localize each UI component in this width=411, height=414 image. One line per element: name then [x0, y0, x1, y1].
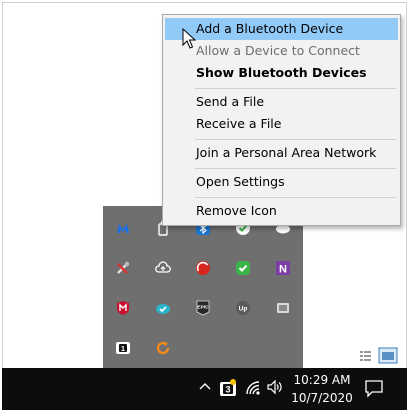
check-icon[interactable] [235, 260, 251, 276]
hidden-icons-flyout: N EPIC Up 1 [103, 206, 303, 368]
thumbnail-view-icon[interactable] [378, 347, 398, 364]
menu-item-show-bluetooth-devices[interactable]: Show Bluetooth Devices [165, 62, 398, 84]
tools-icon[interactable] [115, 260, 131, 276]
svg-text:EPIC: EPIC [197, 305, 209, 311]
list-view-icon[interactable] [360, 351, 371, 361]
antivirus-icon[interactable] [195, 260, 211, 276]
cloud-check-icon[interactable] [155, 300, 171, 316]
svg-text:N: N [279, 264, 287, 276]
menu-item-send-file[interactable]: Send a File [165, 91, 398, 113]
taskbar-clock[interactable]: 10:29 AM 10/7/2020 [283, 368, 361, 410]
svg-text:1: 1 [121, 344, 125, 353]
wifi-icon[interactable] [245, 378, 261, 396]
onenote-icon[interactable]: N [275, 260, 291, 276]
action-center-icon[interactable] [364, 378, 384, 398]
svg-text:Up: Up [239, 306, 248, 313]
svg-text:3: 3 [225, 385, 230, 395]
clock-date: 10/7/2020 [291, 391, 353, 405]
menu-separator [195, 88, 396, 89]
menu-item-join-personal-area-network[interactable]: Join a Personal Area Network [165, 142, 398, 164]
network-icon[interactable] [275, 300, 291, 316]
chevron-up-icon[interactable] [198, 380, 212, 394]
bluetooth-context-menu: Add a Bluetooth Device Allow a Device to… [162, 14, 401, 226]
mouse-cursor-icon [182, 28, 196, 49]
sync-icon[interactable] [155, 340, 171, 356]
epic-games-icon[interactable]: EPIC [195, 300, 211, 316]
taskbar: 3 10:29 AM 10/7/2020 [2, 368, 407, 410]
menu-item-remove-icon[interactable]: Remove Icon [165, 200, 398, 222]
app-badge-icon[interactable]: 3 [219, 378, 237, 398]
menu-separator [195, 168, 396, 169]
upwork-icon[interactable]: Up [235, 300, 251, 316]
menu-separator [195, 197, 396, 198]
cloud-upload-icon[interactable] [155, 260, 171, 276]
clock-time: 10:29 AM [293, 373, 351, 387]
menu-separator [195, 139, 396, 140]
menu-item-open-settings[interactable]: Open Settings [165, 171, 398, 193]
mcafee-icon[interactable] [115, 300, 131, 316]
menu-item-receive-file[interactable]: Receive a File [165, 113, 398, 135]
menu-item-add-bluetooth-device[interactable]: Add a Bluetooth Device [165, 18, 398, 40]
notification-badge-icon[interactable]: 1 [115, 340, 131, 356]
malwarebytes-icon[interactable] [115, 220, 131, 236]
menu-item-allow-device-to-connect: Allow a Device to Connect [196, 43, 360, 58]
speaker-volume-icon[interactable] [267, 379, 283, 395]
view-toggle [360, 347, 398, 364]
